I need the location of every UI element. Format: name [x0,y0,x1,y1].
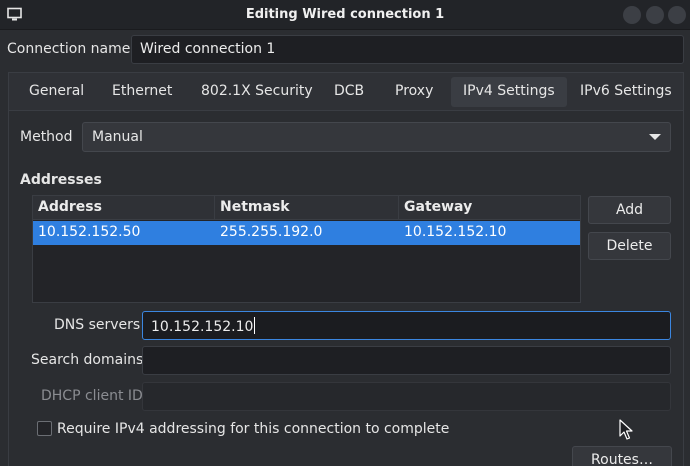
search-domains-label: Search domains [31,352,144,368]
dropdown-arrow-icon [649,134,661,140]
tab-general[interactable]: General [17,77,96,107]
tab-8021x-security[interactable]: 802.1X Security [189,77,325,107]
tab-ipv6-settings[interactable]: IPv6 Settings [568,77,684,107]
addresses-heading: Addresses [20,172,102,188]
dns-servers-input[interactable]: 10.152.152.10 [142,311,671,340]
column-divider [398,196,399,220]
minimize-button[interactable] [623,6,641,24]
connection-name-input[interactable]: Wired connection 1 [131,35,684,64]
search-domains-input[interactable] [142,346,671,375]
delete-address-button[interactable]: Delete [588,232,671,260]
column-header-netmask[interactable]: Netmask [220,199,290,215]
column-header-gateway[interactable]: Gateway [404,199,472,215]
add-address-button[interactable]: Add [588,196,671,224]
tab-dcb[interactable]: DCB [322,77,376,107]
cell-netmask[interactable]: 255.255.192.0 [220,224,322,240]
dns-servers-label: DNS servers [54,317,141,333]
cell-gateway[interactable]: 10.152.152.10 [404,224,506,240]
text-caret [254,317,256,334]
column-divider [214,196,215,220]
method-label: Method [20,129,73,145]
routes-button[interactable]: Routes… [572,446,672,466]
close-button[interactable] [668,6,686,24]
dns-servers-value: 10.152.152.10 [151,319,254,335]
cell-address[interactable]: 10.152.152.50 [38,224,140,240]
dhcp-client-id-input[interactable] [142,382,671,411]
addresses-table: Address Netmask Gateway 10.152.152.50 25… [32,195,581,303]
tab-bar: General Ethernet 802.1X Security DCB Pro… [8,72,684,110]
require-ipv4-checkbox[interactable] [37,421,52,436]
tab-ipv4-settings[interactable]: IPv4 Settings [451,77,567,107]
method-select[interactable]: Manual [82,122,671,152]
dhcp-client-id-label: DHCP client ID [41,388,143,404]
window-titlebar: Editing Wired connection 1 [0,0,690,30]
table-row[interactable]: 10.152.152.50 255.255.192.0 10.152.152.1… [33,221,580,245]
connection-name-label: Connection name [7,41,131,57]
mouse-pointer-icon [619,419,633,440]
table-header: Address Netmask Gateway [33,196,580,220]
tab-proxy[interactable]: Proxy [383,77,445,107]
require-ipv4-label[interactable]: Require IPv4 addressing for this connect… [57,421,449,437]
method-selected-value: Manual [92,129,143,145]
column-header-address[interactable]: Address [38,199,102,215]
window-title: Editing Wired connection 1 [245,7,445,22]
tab-ethernet[interactable]: Ethernet [100,77,184,107]
maximize-button[interactable] [646,6,664,24]
